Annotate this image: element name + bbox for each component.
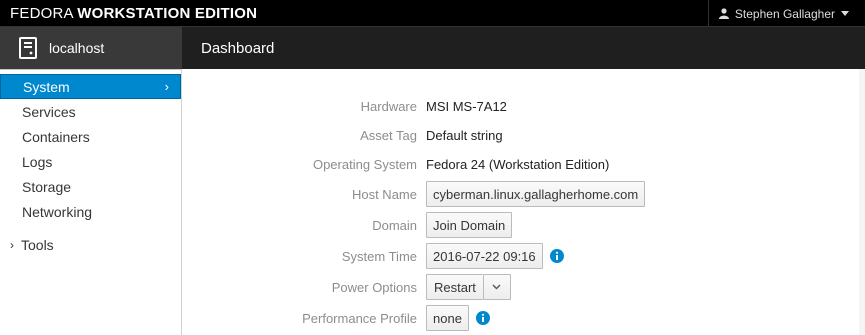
sidebar-item-services[interactable]: Services <box>0 99 181 124</box>
info-icon[interactable] <box>549 249 564 263</box>
sidebar-item-logs[interactable]: Logs <box>0 149 181 174</box>
domain-row: Domain Join Domain <box>183 212 803 238</box>
sidebar-item-label: System <box>23 78 70 95</box>
os-row: Operating System Fedora 24 (Workstation … <box>183 151 803 177</box>
sidebar-item-system[interactable]: System › <box>0 74 181 99</box>
performance-profile-button[interactable]: none <box>426 305 469 331</box>
domain-label: Domain <box>372 217 417 233</box>
system-time-label: System Time <box>341 248 417 264</box>
user-icon <box>718 8 729 19</box>
chevron-right-icon: › <box>164 79 169 94</box>
info-icon[interactable] <box>475 311 490 325</box>
brand-bold: WORKSTATION EDITION <box>77 4 258 22</box>
sidebar: System › Services Containers Logs Storag… <box>0 69 182 335</box>
sidebar-item-storage[interactable]: Storage <box>0 174 181 199</box>
hardware-row: Hardware MSI MS-7A12 <box>183 93 803 119</box>
chevron-down-icon <box>492 284 501 290</box>
user-name: Stephen Gallagher <box>734 6 835 21</box>
chevron-right-icon: › <box>10 237 14 252</box>
power-options-label: Power Options <box>331 279 417 295</box>
user-menu[interactable]: Stephen Gallagher <box>707 0 865 27</box>
system-time-button[interactable]: 2016-07-22 09:16 <box>426 243 543 269</box>
host-name: localhost <box>49 40 105 56</box>
os-label: Operating System <box>312 156 417 172</box>
sidebar-item-label: Logs <box>22 153 53 170</box>
sidebar-item-tools[interactable]: › Tools <box>0 232 181 257</box>
host-name-row: Host Name cyberman.linux.gallagherhome.c… <box>183 181 803 207</box>
scrollbar[interactable] <box>859 69 865 335</box>
asset-tag-label: Asset Tag <box>360 127 417 143</box>
brand-logo: FEDORA WORKSTATION EDITION <box>0 5 257 22</box>
sidebar-item-label: Containers <box>22 128 90 145</box>
host-bar: localhost Dashboard <box>0 27 865 69</box>
host-name-label: Host Name <box>351 186 417 202</box>
system-time-row: System Time 2016-07-22 09:16 <box>183 243 803 269</box>
restart-button[interactable]: Restart <box>426 274 483 300</box>
asset-tag-value: Default string <box>426 127 503 143</box>
hardware-value: MSI MS-7A12 <box>426 98 507 114</box>
page-title: Dashboard <box>201 39 275 57</box>
top-bar: FEDORA WORKSTATION EDITION Stephen Galla… <box>0 0 865 27</box>
performance-row: Performance Profile none <box>183 305 803 331</box>
performance-label: Performance Profile <box>302 310 417 326</box>
hardware-label: Hardware <box>360 98 417 114</box>
sidebar-item-label: Storage <box>22 178 72 195</box>
caret-down-icon <box>841 11 849 16</box>
power-dropdown-toggle[interactable] <box>482 274 511 300</box>
host-switcher[interactable]: localhost <box>0 27 182 69</box>
join-domain-button[interactable]: Join Domain <box>426 212 513 238</box>
sidebar-item-label: Networking <box>22 203 93 220</box>
power-split-button: Restart <box>426 274 511 300</box>
sidebar-item-label: Tools <box>21 236 54 253</box>
sidebar-item-containers[interactable]: Containers <box>0 124 181 149</box>
system-overview: Hardware MSI MS-7A12 Asset Tag Default s… <box>183 69 865 335</box>
server-icon <box>19 37 37 59</box>
asset-tag-row: Asset Tag Default string <box>183 122 803 148</box>
host-name-button[interactable]: cyberman.linux.gallagherhome.com <box>426 181 646 207</box>
os-value: Fedora 24 (Workstation Edition) <box>426 156 610 172</box>
sidebar-item-networking[interactable]: Networking <box>0 199 181 224</box>
sidebar-item-label: Services <box>22 103 76 120</box>
power-options-row: Power Options Restart <box>183 274 803 300</box>
brand-thin: FEDORA <box>10 4 73 22</box>
